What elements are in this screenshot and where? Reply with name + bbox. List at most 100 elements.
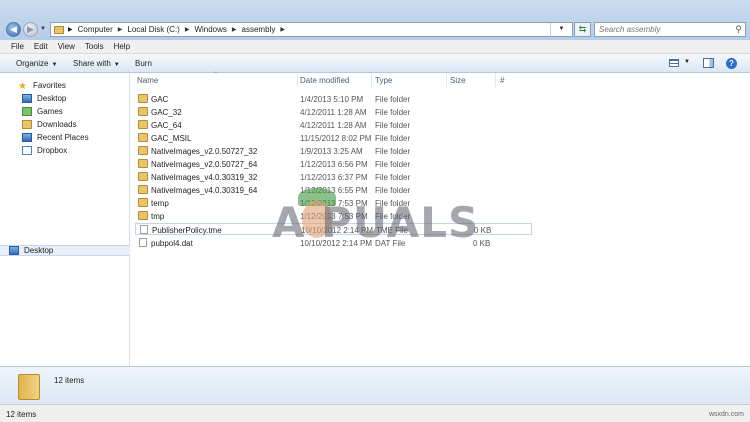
file-row[interactable]: NativeImages_v2.0.50727_64 1/12/2013 6:5…	[135, 158, 532, 170]
folder-icon	[138, 120, 148, 129]
file-row[interactable]: GAC_MSIL 11/15/2012 8:02 PM File folder	[135, 132, 532, 144]
file-date: 4/12/2011 1:28 AM	[300, 121, 367, 130]
sidebar-item-desktop[interactable]: Desktop	[22, 94, 66, 103]
search-input[interactable]	[595, 23, 725, 36]
share-with-button[interactable]: Share with ▼	[73, 59, 120, 68]
file-date: 1/12/2013 6:37 PM	[300, 173, 368, 182]
file-name: NativeImages_v4.0.30319_64	[151, 186, 258, 195]
file-type: File folder	[375, 186, 411, 195]
search-icon[interactable]: ⚲	[735, 24, 742, 35]
column-divider[interactable]	[371, 73, 372, 87]
breadcrumb-label: assembly	[241, 25, 276, 34]
folder-icon	[138, 159, 148, 168]
dropbox-icon	[22, 146, 32, 155]
file-type: File folder	[375, 95, 411, 104]
document-icon	[139, 238, 147, 247]
recent-pages-dropdown[interactable]: ▼	[40, 26, 46, 32]
column-divider[interactable]	[446, 73, 447, 87]
sidebar-item-games[interactable]: Games	[22, 107, 63, 116]
file-name: GAC_32	[151, 108, 182, 117]
file-name: temp	[151, 199, 169, 208]
folder-icon	[138, 146, 148, 155]
file-name: pubpol4.dat	[151, 239, 193, 248]
folder-icon	[138, 211, 148, 220]
column-header-name[interactable]: Name	[137, 76, 158, 85]
column-header-size[interactable]: Size	[450, 76, 466, 85]
title-bar: ◀ ▶ ▼ ▶ Computer ▶ Local Disk (C:) ▶ Win…	[0, 0, 750, 40]
view-options-dropdown[interactable]: ▼	[684, 59, 690, 65]
folder-icon	[138, 185, 148, 194]
file-row[interactable]: NativeImages_v2.0.50727_32 1/9/2013 3:25…	[135, 145, 532, 157]
sidebar-item-recent-places[interactable]: Recent Places	[22, 133, 89, 142]
help-icon[interactable]: ?	[726, 58, 737, 69]
breadcrumb-label: Local Disk (C:)	[127, 25, 180, 34]
share-with-label: Share with	[73, 59, 111, 68]
sidebar-item-label: Desktop	[37, 94, 67, 103]
breadcrumb-label: Windows	[194, 25, 227, 34]
file-type: File folder	[375, 108, 411, 117]
status-item-count: 12 items	[6, 410, 37, 419]
folder-icon	[138, 107, 148, 116]
forward-button[interactable]: ▶	[23, 22, 38, 37]
search-box[interactable]: ⚲	[594, 22, 746, 37]
breadcrumb-label: Computer	[77, 25, 113, 34]
recent-places-icon	[22, 133, 32, 142]
folder-icon	[138, 172, 148, 181]
file-name: NativeImages_v4.0.30319_32	[151, 173, 258, 182]
column-divider[interactable]	[297, 73, 298, 87]
burn-button[interactable]: Burn	[135, 59, 152, 68]
breadcrumb-windows[interactable]: Windows ▶	[194, 25, 241, 34]
chevron-right-icon: ▶	[231, 27, 237, 33]
command-bar: Organize ▼ Share with ▼ Burn ▼ ?	[0, 54, 750, 73]
breadcrumb-assembly[interactable]: assembly ▶	[242, 25, 290, 34]
file-name: NativeImages_v2.0.50727_32	[151, 147, 258, 156]
menu-edit[interactable]: Edit	[34, 42, 48, 51]
file-name: GAC_MSIL	[151, 134, 192, 143]
preview-pane-icon[interactable]	[703, 58, 714, 68]
back-button[interactable]: ◀	[6, 22, 21, 37]
column-header-type[interactable]: Type	[375, 76, 392, 85]
sidebar-item-dropbox[interactable]: Dropbox	[22, 146, 67, 155]
burn-label: Burn	[135, 59, 152, 68]
games-icon	[22, 107, 32, 116]
document-icon	[140, 225, 148, 234]
chevron-right-icon: ▶	[184, 27, 190, 33]
file-row[interactable]: GAC_32 4/12/2011 1:28 AM File folder	[135, 106, 532, 118]
sidebar-item-label: Dropbox	[37, 146, 68, 155]
address-bar[interactable]: ▶ Computer ▶ Local Disk (C:) ▶ Windows ▶…	[50, 22, 573, 37]
file-date: 1/4/2013 5:10 PM	[300, 95, 364, 104]
sidebar-item-desktop-root[interactable]: Desktop	[0, 245, 130, 256]
menu-view[interactable]: View	[58, 42, 75, 51]
sidebar-item-downloads[interactable]: Downloads	[22, 120, 77, 129]
sort-ascending-icon: ⌃	[213, 72, 219, 78]
file-type: File folder	[375, 121, 411, 130]
file-type: File folder	[375, 147, 411, 156]
file-date: 4/12/2011 1:28 AM	[300, 108, 367, 117]
column-divider[interactable]	[495, 73, 496, 87]
sidebar-favorites[interactable]: ★ Favorites	[18, 81, 66, 92]
menu-file[interactable]: File	[11, 42, 24, 51]
chevron-down-icon: ▼	[113, 62, 120, 68]
column-header-date-modified[interactable]: Date modified	[300, 76, 349, 85]
chevron-right-icon: ▶	[117, 27, 123, 33]
column-header-extra[interactable]: #	[500, 76, 504, 85]
folder-icon	[138, 133, 148, 142]
address-dropdown-button[interactable]: ▼	[550, 23, 572, 36]
breadcrumb-computer[interactable]: Computer ▶	[78, 25, 128, 34]
menu-tools[interactable]: Tools	[85, 42, 104, 51]
file-name: PublisherPolicy.tme	[152, 226, 222, 235]
change-view-icon[interactable]	[669, 59, 679, 67]
menu-help[interactable]: Help	[114, 42, 130, 51]
file-row[interactable]: GAC 1/4/2013 5:10 PM File folder	[135, 93, 532, 105]
file-type: File folder	[375, 160, 411, 169]
site-watermark: wsxdn.com	[708, 411, 744, 418]
navigation-pane: ★ Favorites Desktop Games Downloads Rece…	[0, 73, 130, 366]
breadcrumb-local-disk[interactable]: Local Disk (C:) ▶	[127, 25, 194, 34]
file-name: GAC	[151, 95, 169, 104]
menu-bar: File Edit View Tools Help	[0, 40, 750, 54]
file-row[interactable]: NativeImages_v4.0.30319_32 1/12/2013 6:3…	[135, 171, 532, 183]
refresh-button[interactable]: ⇆	[574, 22, 591, 37]
organize-button[interactable]: Organize ▼	[16, 59, 57, 68]
file-row[interactable]: GAC_64 4/12/2011 1:28 AM File folder	[135, 119, 532, 131]
file-date: 1/12/2013 6:56 PM	[300, 160, 368, 169]
